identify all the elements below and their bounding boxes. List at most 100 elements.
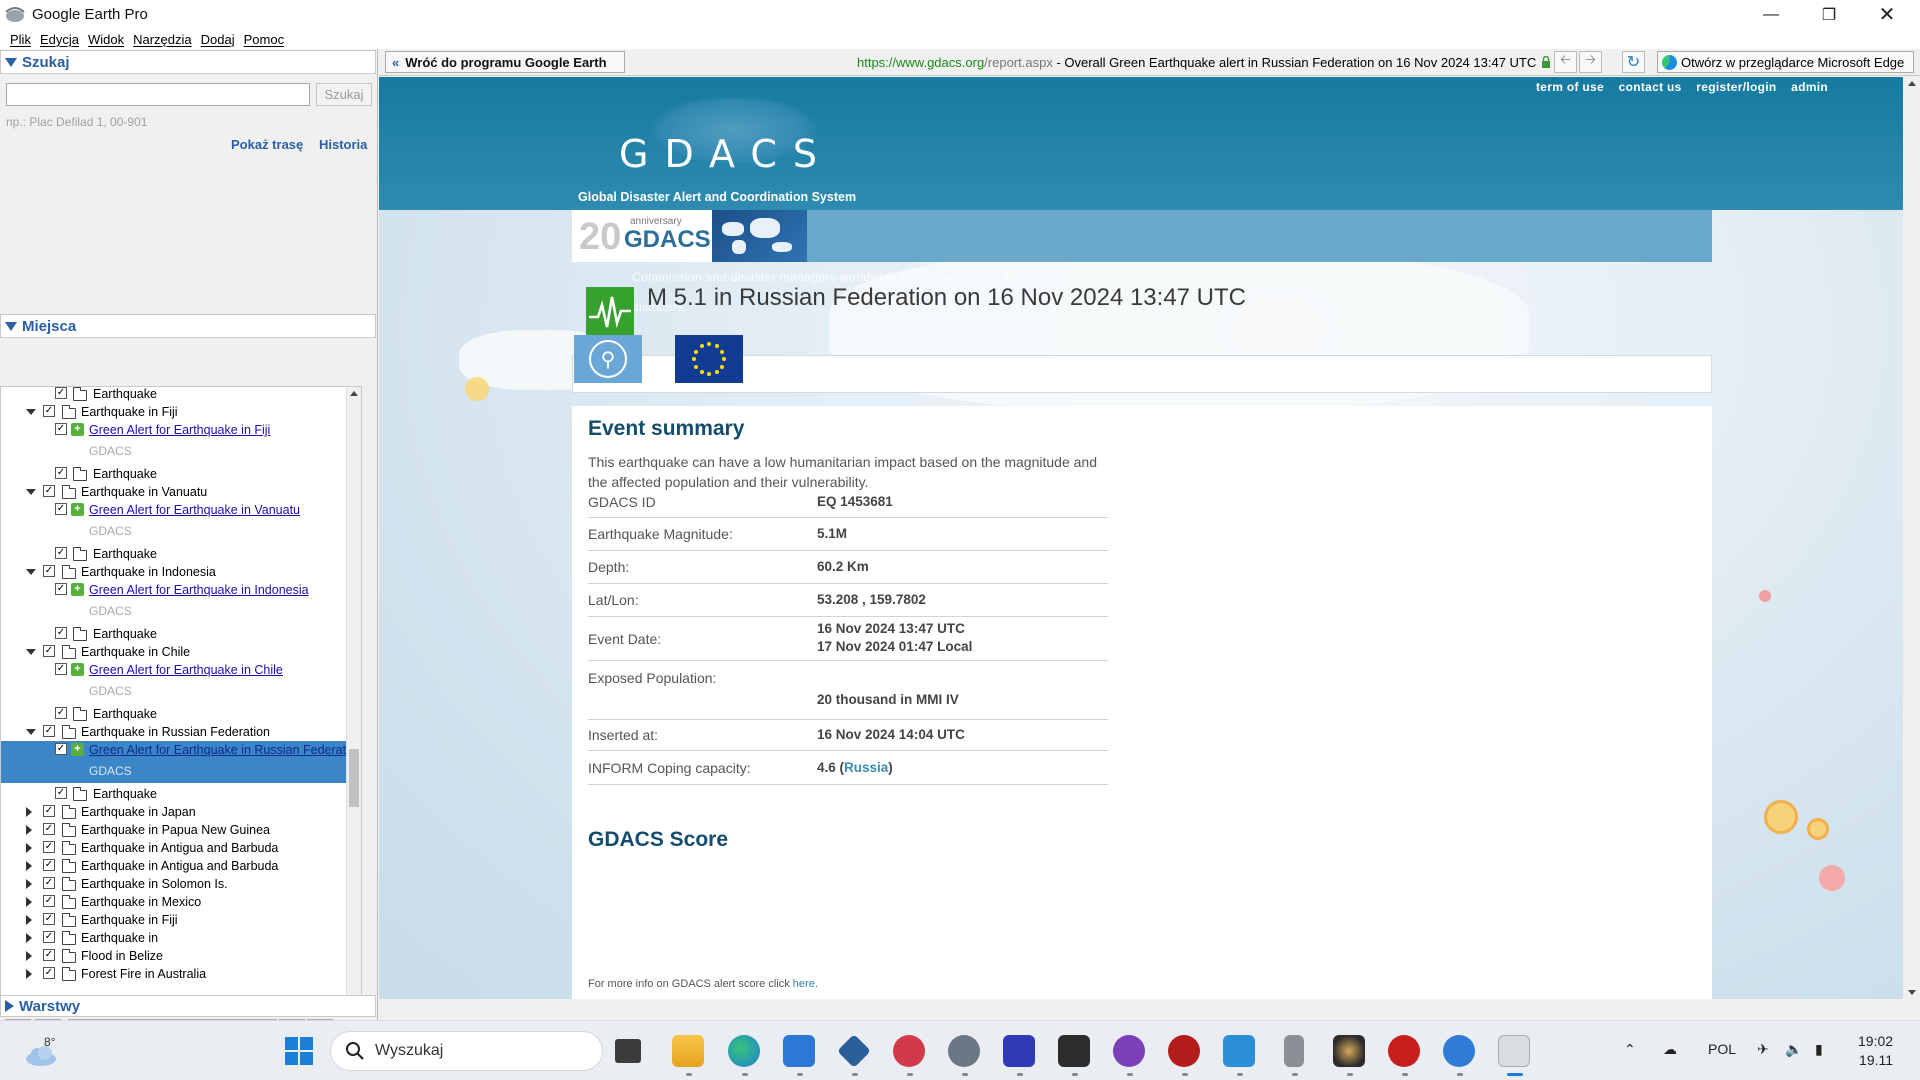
tree-item[interactable]: ✓ + Green Alert for Earthquake in Chile [1, 661, 361, 679]
places-panel-header[interactable]: Miejsca [0, 314, 376, 338]
tree-item[interactable]: ✓ Earthquake in Solomon Is. [1, 875, 361, 893]
visibility-checkbox[interactable]: ✓ [43, 823, 55, 835]
collapse-arrow-icon[interactable] [26, 569, 36, 575]
browser-back-button[interactable]: 🡠 [1554, 51, 1577, 73]
visibility-checkbox[interactable]: ✓ [55, 503, 67, 515]
visibility-checkbox[interactable]: ✓ [55, 787, 67, 799]
settings-icon[interactable] [948, 1035, 980, 1067]
collapse-arrow-icon[interactable] [26, 489, 36, 495]
visibility-checkbox[interactable]: ✓ [55, 663, 67, 675]
visibility-checkbox[interactable]: ✓ [55, 423, 67, 435]
rad-app-icon[interactable] [1388, 1035, 1420, 1067]
country-link[interactable]: Russia [844, 760, 888, 775]
expand-arrow-icon[interactable] [26, 879, 32, 889]
tree-item[interactable]: ✓ Earthquake [1, 387, 361, 403]
visibility-checkbox[interactable]: ✓ [55, 387, 67, 399]
directions-link[interactable]: Pokaż trasę [231, 137, 303, 152]
github-icon[interactable] [1113, 1035, 1145, 1067]
tree-item-description[interactable]: GDACS [1, 679, 361, 703]
language-indicator[interactable]: POL [1708, 1041, 1736, 1057]
media-app-icon[interactable] [893, 1035, 925, 1067]
visibility-checkbox[interactable]: ✓ [43, 931, 55, 943]
blue-app-icon[interactable] [1443, 1035, 1475, 1067]
visibility-checkbox[interactable]: ✓ [43, 645, 55, 657]
collapse-arrow-icon[interactable] [26, 649, 36, 655]
tree-item[interactable]: ✓ Earthquake in Japan [1, 803, 361, 821]
volume-icon[interactable]: 🔈 [1785, 1041, 1802, 1058]
onedrive-icon[interactable]: ☁ [1663, 1041, 1677, 1058]
collapse-arrow-icon[interactable] [26, 729, 36, 735]
menu-file[interactable]: Plik [10, 32, 31, 47]
file-explorer-icon[interactable] [672, 1035, 704, 1067]
visibility-checkbox[interactable]: ✓ [55, 707, 67, 719]
layers-panel-header[interactable]: Warstwy [0, 995, 376, 1017]
visibility-checkbox[interactable]: ✓ [43, 405, 55, 417]
chevron-up-icon[interactable]: ⌃ [1624, 1041, 1636, 1058]
search-input[interactable] [6, 83, 310, 106]
visibility-checkbox[interactable]: ✓ [43, 877, 55, 889]
expand-arrow-icon[interactable] [26, 933, 32, 943]
tree-item[interactable]: ✓ + Green Alert for Earthquake in Russian … [1, 741, 361, 759]
microphone-app-icon[interactable] [1284, 1035, 1304, 1067]
visibility-checkbox[interactable]: ✓ [43, 725, 55, 737]
visibility-checkbox[interactable]: ✓ [43, 565, 55, 577]
expand-arrow-icon[interactable] [26, 915, 32, 925]
d-app-icon[interactable] [1168, 1035, 1200, 1067]
tree-item[interactable]: ✓ Earthquake [1, 465, 361, 483]
tree-item[interactable]: ✓ Earthquake in Vanuatu [1, 483, 361, 501]
terminal-icon[interactable] [1058, 1035, 1090, 1067]
visibility-checkbox[interactable]: ✓ [43, 967, 55, 979]
collapse-arrow-icon[interactable] [26, 409, 36, 415]
tree-item[interactable]: ✓ Earthquake in Mexico [1, 893, 361, 911]
store-icon[interactable] [783, 1035, 815, 1067]
taskbar-search[interactable]: Wyszukaj [330, 1031, 603, 1071]
expand-arrow-icon[interactable] [26, 951, 32, 961]
expand-arrow-icon[interactable] [26, 807, 32, 817]
menu-add[interactable]: Dodaj [201, 32, 235, 47]
refresh-button[interactable]: ↻ [1622, 51, 1645, 73]
close-button[interactable]: ✕ [1858, 0, 1916, 29]
tree-item[interactable]: ✓ Earthquake [1, 785, 361, 803]
visibility-checkbox[interactable]: ✓ [43, 949, 55, 961]
scrollbar-thumb[interactable] [349, 749, 359, 807]
terms-link[interactable]: term of use [1536, 80, 1604, 94]
menu-tools[interactable]: Narzędzia [133, 32, 192, 47]
tree-item-link[interactable]: Green Alert for Earthquake in Fiji [89, 423, 270, 437]
tree-item-description[interactable]: GDACS [1, 519, 361, 543]
airplane-mode-icon[interactable]: ✈ [1757, 1041, 1769, 1058]
page-scrollbar[interactable] [1903, 77, 1920, 999]
save-app-icon[interactable] [1003, 1035, 1035, 1067]
search-button[interactable]: Szukaj [316, 83, 372, 106]
tree-item[interactable]: ✓ Forest Fire in Australia [1, 965, 361, 983]
visibility-checkbox[interactable]: ✓ [43, 895, 55, 907]
visibility-checkbox[interactable]: ✓ [55, 743, 67, 755]
expand-arrow-icon[interactable] [26, 897, 32, 907]
visibility-checkbox[interactable]: ✓ [43, 859, 55, 871]
tree-item-description[interactable]: GDACS [1, 759, 361, 783]
register-login-link[interactable]: register/login [1696, 80, 1776, 94]
tree-item-link[interactable]: Green Alert for Earthquake in Indonesia [89, 583, 309, 597]
tree-item[interactable]: ✓ Earthquake in Papua New Guinea [1, 821, 361, 839]
tree-item[interactable]: ✓ Earthquake [1, 625, 361, 643]
tree-item[interactable]: ✓ + Green Alert for Earthquake in Vanuatu [1, 501, 361, 519]
tree-item-link[interactable]: Green Alert for Earthquake in Vanuatu [89, 503, 300, 517]
visibility-checkbox[interactable]: ✓ [43, 841, 55, 853]
visibility-checkbox[interactable]: ✓ [55, 547, 67, 559]
tree-item-description[interactable]: GDACS [1, 439, 361, 463]
visibility-checkbox[interactable]: ✓ [43, 913, 55, 925]
tree-item[interactable]: ✓ Earthquake in Antigua and Barbuda [1, 857, 361, 875]
gdacs-logo[interactable]: GDACS [619, 132, 833, 176]
tree-item[interactable]: ✓ Earthquake in Antigua and Barbuda [1, 839, 361, 857]
more-info-link[interactable]: here [793, 978, 815, 990]
history-link[interactable]: Historia [319, 137, 367, 152]
virtualbox-icon[interactable] [837, 1034, 871, 1068]
browser-forward-button[interactable]: 🡢 [1579, 51, 1602, 73]
tree-item-link[interactable]: Green Alert for Earthquake in Chile [89, 663, 283, 677]
menu-edit[interactable]: Edycja [40, 32, 79, 47]
tree-item[interactable]: ✓ Earthquake [1, 545, 361, 563]
task-view-icon[interactable] [615, 1039, 641, 1063]
minimize-button[interactable]: — [1742, 0, 1800, 29]
tree-item[interactable]: ✓ + Green Alert for Earthquake in Indonesi… [1, 581, 361, 599]
tree-item[interactable]: ✓ Flood in Belize [1, 947, 361, 965]
tree-item[interactable]: ✓ Earthquake [1, 705, 361, 723]
